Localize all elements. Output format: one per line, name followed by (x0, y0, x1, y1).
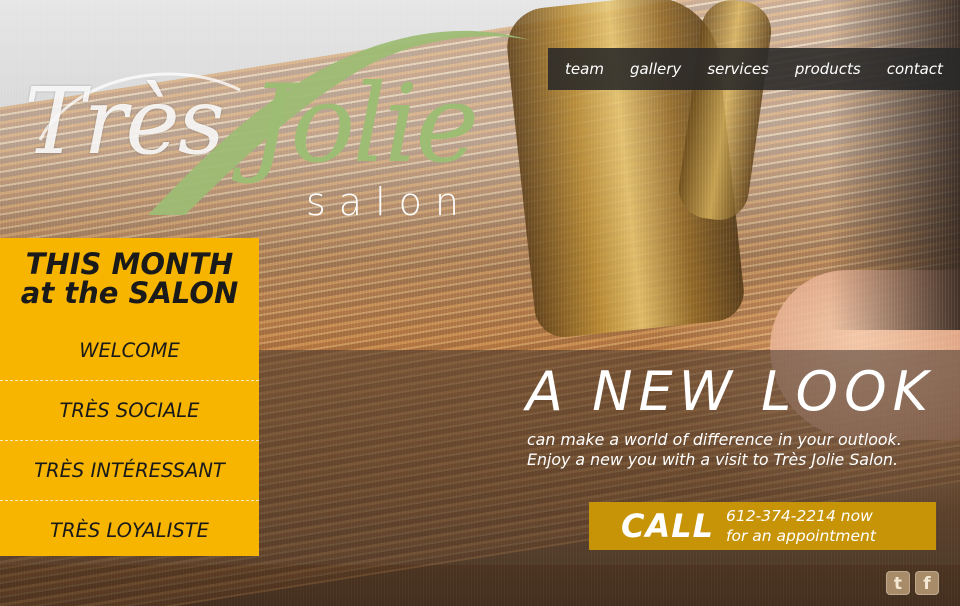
panel-title-line1: THIS MONTH (25, 247, 234, 281)
panel-item-tres-sociale[interactable]: TRÈS SOCIALE (0, 380, 259, 440)
call-phone: 612-374-2214 now (726, 507, 873, 525)
nav-gallery[interactable]: gallery (628, 56, 683, 82)
main-nav: team gallery services products contact (548, 48, 960, 90)
hero-subline-2: Enjoy a new you with a visit to Très Jol… (527, 450, 899, 469)
hero-subline: can make a world of difference in your o… (527, 430, 902, 470)
nav-services[interactable]: services (705, 56, 771, 82)
panel-title: THIS MONTH at the SALON (0, 238, 259, 320)
nav-products[interactable]: products (793, 56, 863, 82)
panel-title-line2: at the SALON (20, 276, 239, 310)
call-label: CALL (621, 507, 715, 545)
panel-item-tres-interessant[interactable]: TRÈS INTÉRESSANT (0, 440, 259, 500)
twitter-icon[interactable]: t (886, 571, 910, 595)
panel-item-welcome[interactable]: WELCOME (0, 321, 259, 380)
logo-jolie-text: Jolie (250, 62, 479, 187)
footer-band (0, 565, 960, 606)
this-month-panel: THIS MONTH at the SALON WELCOME TRÈS SOC… (0, 238, 259, 556)
call-button[interactable]: CALL 612-374-2214 now for an appointment (589, 502, 936, 550)
nav-team[interactable]: team (563, 56, 606, 82)
hero-subline-1: can make a world of difference in your o… (527, 430, 902, 449)
hero-headline: A NEW LOOK (526, 360, 935, 423)
call-info: 612-374-2214 now for an appointment (726, 506, 876, 546)
facebook-icon[interactable]: f (915, 571, 939, 595)
site-logo[interactable]: Très Jolie salon (10, 10, 530, 240)
panel-item-tres-loyaliste[interactable]: TRÈS LOYALISTE (0, 500, 259, 560)
logo-tres-text: Très (24, 68, 225, 175)
logo-salon-text: salon (306, 180, 472, 224)
call-appointment: for an appointment (726, 527, 876, 545)
social-links: t f (886, 571, 939, 595)
panel-menu: WELCOME TRÈS SOCIALE TRÈS INTÉRESSANT TR… (0, 321, 259, 560)
nav-contact[interactable]: contact (885, 56, 945, 82)
